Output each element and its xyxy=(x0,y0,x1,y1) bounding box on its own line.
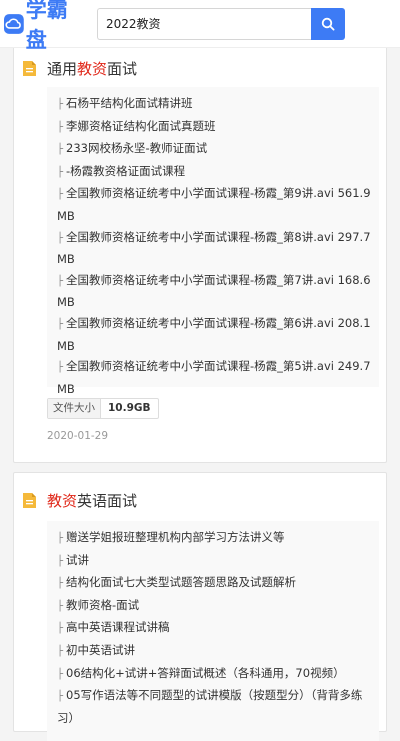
result-card[interactable]: 通用教资面试 ├ 石杨平结构化面试精讲班 ├ 李娜资格证结构化面试真题班 ├ 233网… xyxy=(13,38,387,463)
logo[interactable]: 学霸盘 xyxy=(4,0,88,54)
list-item: ├ 233网校杨永坚-教师证面试 xyxy=(57,141,208,156)
file-list: ├ 赠送学姐报班整理机构内部学习方法讲义等 ├ 试讲 ├ 结构化面试七大类型试题答题思… xyxy=(47,521,379,741)
list-item: ├ 全国教师资格证统考中小学面试课程-杨霞_第7讲.avi 168.6MB xyxy=(57,272,371,310)
list-item: ├ 试讲 xyxy=(57,552,90,567)
search-button[interactable] xyxy=(311,7,345,40)
cloud-logo-icon xyxy=(4,13,24,34)
share-date: 2020-01-29 xyxy=(47,430,109,442)
size-badge: 文件大小 10.9GB xyxy=(47,398,159,419)
title-suffix: 面试 xyxy=(107,60,138,78)
top-bar: 学霸盘 xyxy=(0,0,400,52)
search-icon xyxy=(321,17,335,31)
title-prefix: 通用 xyxy=(47,60,78,78)
logo-text: 学霸盘 xyxy=(25,0,68,52)
title-suffix: 英语面试 xyxy=(77,492,138,510)
list-item: ├ 结构化面试七大类型试题答题思路及试题解析 xyxy=(57,575,297,590)
file-list: ├ 石杨平结构化面试精讲班 ├ 李娜资格证结构化面试真题班 ├ 233网校杨永坚-教师… xyxy=(47,87,379,396)
result-title[interactable]: 通用教资面试 xyxy=(23,58,137,79)
list-item: ├ 全国教师资格证统考中小学面试课程-杨霞_第8讲.avi 297.7MB xyxy=(57,229,371,267)
list-item: ├ 初中英语试讲 xyxy=(57,642,136,657)
list-item: ├ 06结构化+试讲+答辩面试概述（各科通用，70视频） xyxy=(57,665,345,680)
result-card[interactable]: 教资英语面试 ├ 赠送学姐报班整理机构内部学习方法讲义等 ├ 试讲 ├ 结构化面试七大… xyxy=(13,472,387,741)
list-item: ├ 教师资格-面试 xyxy=(57,597,140,612)
list-item: ├ 全国教师资格证统考中小学面试课程-杨霞_第5讲.avi 249.7MB xyxy=(57,359,371,396)
list-item: ├ 05写作语法等不同题型的试讲模版（按题型分）（背背多练习） xyxy=(57,688,363,725)
list-item: ├ 赠送学姐报班整理机构内部学习方法讲义等 xyxy=(57,530,285,544)
title-highlight: 教资 xyxy=(47,492,78,510)
list-item: ├ 李娜资格证结构化面试真题班 xyxy=(57,118,216,133)
document-icon xyxy=(23,493,36,508)
list-item: ├ -杨霞教资格证面试课程 xyxy=(57,163,186,178)
result-title[interactable]: 教资英语面试 xyxy=(23,490,137,511)
search-bar xyxy=(97,7,345,40)
list-item: ├ 全国教师资格证统考中小学面试课程-杨霞_第6讲.avi 208.1MB xyxy=(57,315,371,353)
list-item: ├ 石杨平结构化面试精讲班 xyxy=(57,96,193,110)
size-label: 文件大小 xyxy=(48,399,101,418)
title-highlight: 教资 xyxy=(77,60,108,78)
document-icon xyxy=(23,61,36,76)
size-value: 10.9GB xyxy=(108,402,151,414)
list-item: ├ 全国教师资格证统考中小学面试课程-杨霞_第9讲.avi 561.9MB xyxy=(57,186,371,223)
search-input[interactable] xyxy=(97,7,311,40)
list-item: ├ 高中英语课程试讲稿 xyxy=(57,620,170,635)
